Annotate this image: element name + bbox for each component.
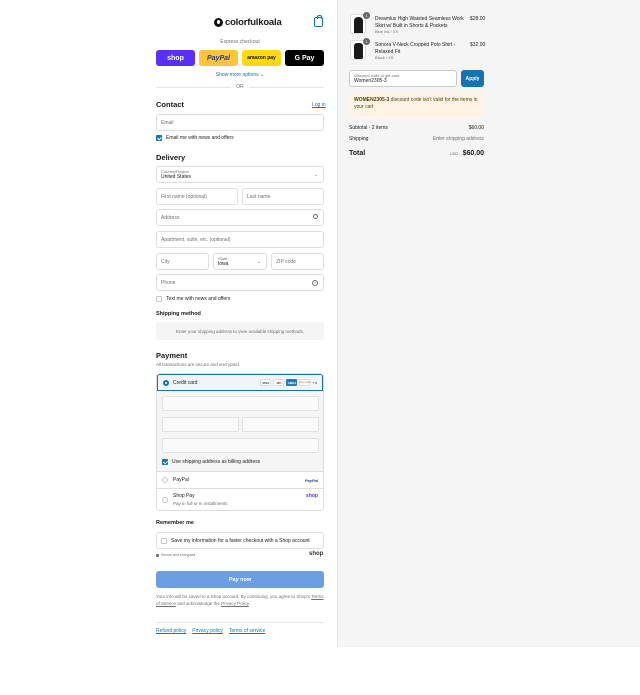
cart-item-price: $28.00 <box>470 16 486 22</box>
subtotal-row: Subtotal · 2 items $60.00 <box>349 125 484 131</box>
show-more-options-link[interactable]: Show more options ⌄ <box>156 72 324 78</box>
quantity-badge: 1 <box>363 38 370 45</box>
paypal-button[interactable]: PayPal <box>199 50 238 66</box>
billing-same-checkbox[interactable] <box>162 459 168 465</box>
last-name-field[interactable]: Last name <box>242 188 324 205</box>
contact-heading: Contact <box>156 100 184 109</box>
legal-text: Your info will be saved to a Shop accoun… <box>156 594 324 606</box>
remember-me-heading: Remember me <box>156 520 194 526</box>
payment-methods: Credit card VISA MC AMEX DISCOVER +4 Use… <box>156 373 324 511</box>
delivery-heading: Delivery <box>156 153 186 162</box>
cart-item: 1 <box>350 38 370 60</box>
paypal-logo: PayPal <box>304 477 318 483</box>
security-code-field[interactable] <box>242 417 319 432</box>
card-brands: VISA MC AMEX DISCOVER +4 <box>260 379 317 386</box>
google-pay-button[interactable]: G Pay <box>285 50 324 66</box>
payment-heading: Payment <box>156 351 188 360</box>
state-select[interactable]: State Iowa ⌄ <box>213 253 267 270</box>
help-icon[interactable]: ? <box>312 280 318 286</box>
save-info-checkbox[interactable] <box>161 537 167 544</box>
card-number-field[interactable] <box>162 396 319 411</box>
city-field[interactable]: City <box>156 253 209 270</box>
shop-pay-text: Shop Pay Pay in full or in installments <box>173 493 228 506</box>
shop-logo-small: shop <box>309 551 324 557</box>
paypal-radio[interactable] <box>162 477 168 483</box>
lock-icon <box>156 553 159 557</box>
text-news-option[interactable]: Text me with news and offers <box>156 296 230 302</box>
chevron-down-icon: ⌄ <box>313 172 318 178</box>
quantity-badge: 1 <box>363 12 370 19</box>
cart-item-details: Dreamlux High Waisted Seamless Work Skir… <box>375 16 464 34</box>
pay-now-button[interactable]: Pay now <box>156 571 324 588</box>
or-label: OR <box>231 84 249 90</box>
search-icon <box>313 214 318 219</box>
address-field[interactable]: Address <box>156 209 324 226</box>
footer-links: Refund policy Privacy policy Terms of se… <box>156 628 265 634</box>
save-info-option[interactable]: Save my information for a faster checkou… <box>156 532 324 549</box>
discount-error-message: WOMEN2305-3 discount code isn't valid fo… <box>349 93 484 117</box>
shopping-bag-icon[interactable] <box>314 15 323 27</box>
payment-subtitle: All transactions are secure and encrypte… <box>156 362 241 367</box>
footer-divider <box>156 622 324 623</box>
total-row: Total USD $60.00 <box>349 150 484 157</box>
shop-pay-option[interactable]: Shop Pay Pay in full or in installments … <box>157 488 323 510</box>
shipping-row: Shipping Enter shipping address <box>349 136 484 142</box>
credit-card-option[interactable]: Credit card VISA MC AMEX DISCOVER +4 <box>157 374 323 391</box>
koala-icon <box>214 18 223 27</box>
cart-item-details: Sonora V-Neck Cropped Polo Shirt - Relax… <box>375 42 456 60</box>
email-field[interactable]: Email <box>156 114 324 131</box>
cart-item-price: $32.00 <box>470 42 486 48</box>
credit-card-form: Use shipping address as billing address <box>157 391 323 471</box>
visa-icon: VISA <box>260 379 272 386</box>
paypal-option[interactable]: PayPal PayPal <box>157 471 323 488</box>
brand-logo[interactable]: colorfulkoala <box>214 17 282 28</box>
shipping-method-heading: Shipping method <box>156 311 201 317</box>
terms-of-service-link[interactable]: Terms of service <box>229 628 265 634</box>
name-on-card-field[interactable] <box>162 438 319 453</box>
privacy-link[interactable]: Privacy Policy <box>221 601 249 606</box>
phone-field[interactable]: Phone ? <box>156 274 324 291</box>
express-checkout-label: Express checkout <box>220 39 260 45</box>
apartment-field[interactable]: Apartment, suite, etc. (optional) <box>156 231 324 248</box>
amex-icon: AMEX <box>286 379 298 386</box>
secure-note: Secure and encrypted <box>156 553 195 557</box>
login-link[interactable]: Log in <box>312 102 326 108</box>
billing-same-option[interactable]: Use shipping address as billing address <box>162 459 260 465</box>
discover-icon: DISCOVER <box>299 379 311 386</box>
shop-pay-radio[interactable] <box>162 496 168 503</box>
text-news-checkbox[interactable] <box>156 296 162 302</box>
refund-policy-link[interactable]: Refund policy <box>156 628 186 634</box>
cart-item: 1 <box>350 12 370 34</box>
privacy-policy-link[interactable]: Privacy policy <box>192 628 223 634</box>
amazon-pay-button[interactable]: amazon pay <box>242 50 281 66</box>
first-name-field[interactable]: First name (optional) <box>156 188 238 205</box>
country-select[interactable]: Country/Region United States ⌄ <box>156 166 324 183</box>
more-cards-label: +4 <box>312 380 317 385</box>
credit-card-radio[interactable] <box>163 379 169 386</box>
discount-code-field[interactable]: Discount code or gift card Women2305-3 <box>349 70 457 87</box>
email-news-option[interactable]: Email me with news and offers <box>156 135 234 141</box>
mastercard-icon: MC <box>273 379 285 386</box>
email-news-checkbox[interactable] <box>156 135 162 141</box>
apply-discount-button[interactable]: Apply <box>461 70 484 87</box>
shop-pay-button[interactable]: shop <box>156 50 195 66</box>
chevron-down-icon: ⌄ <box>256 259 261 265</box>
shipping-method-placeholder: Enter your shipping address to view avai… <box>156 322 324 340</box>
shop-logo: shop <box>306 493 318 499</box>
expiration-field[interactable] <box>162 417 239 432</box>
zip-field[interactable]: ZIP code <box>271 253 324 270</box>
